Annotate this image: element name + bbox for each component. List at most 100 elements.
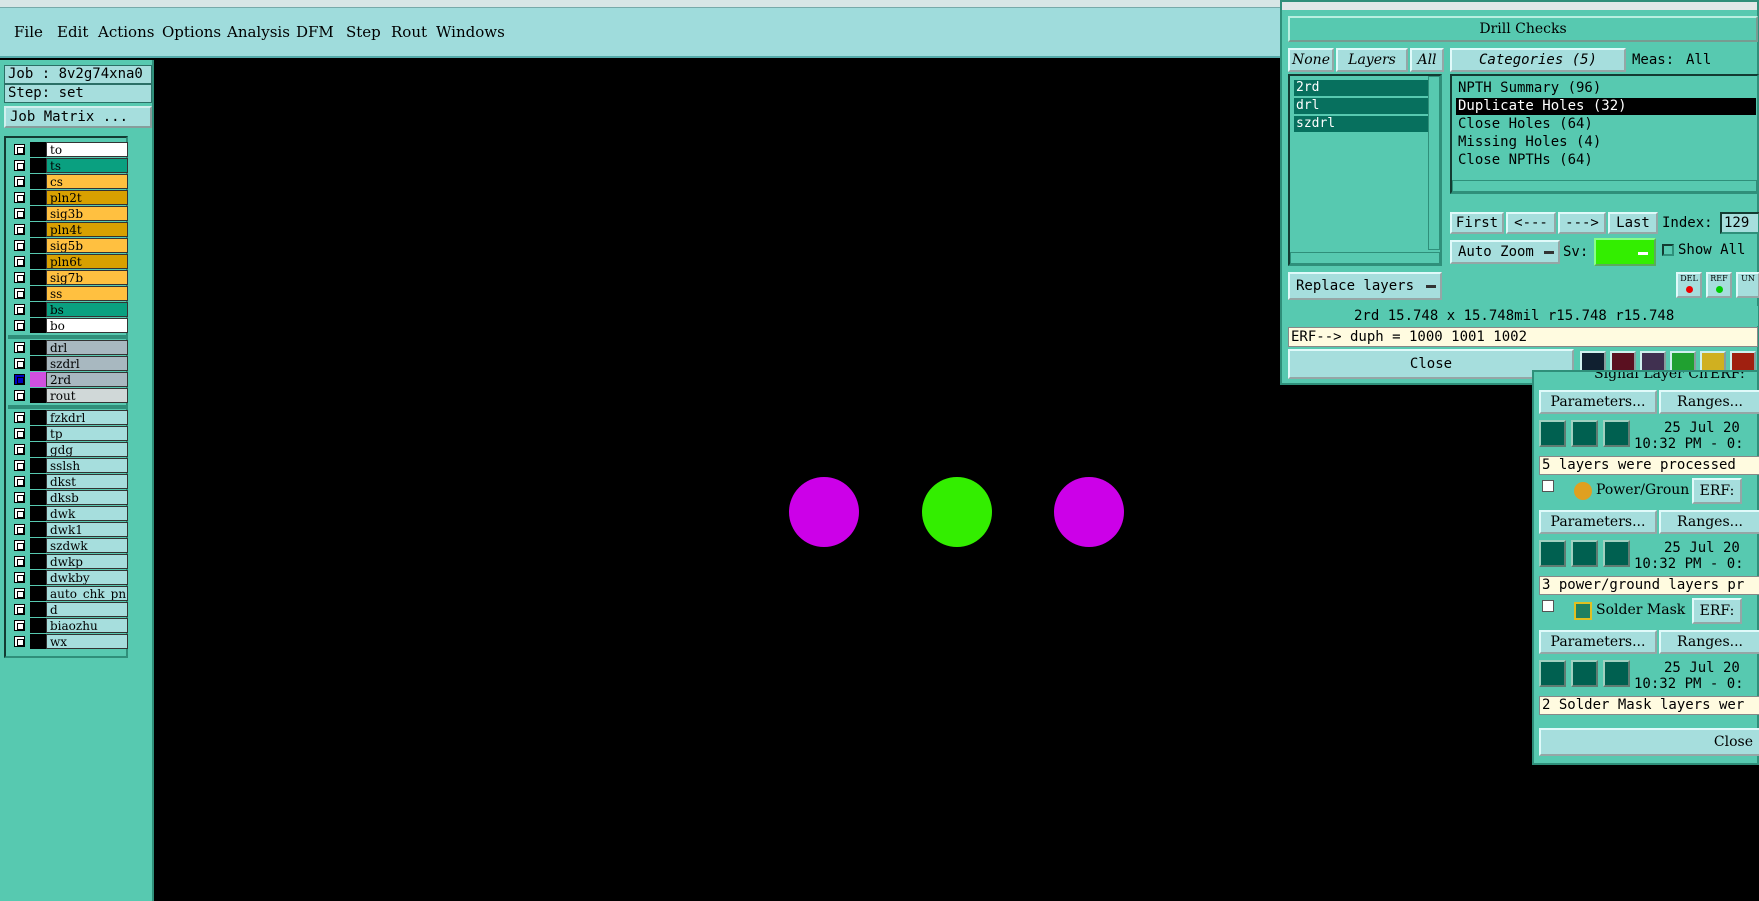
drill-pad-2-highlighted[interactable]	[922, 477, 992, 547]
replace-layers-dropdown[interactable]: Replace layers	[1288, 272, 1442, 300]
layer-checkbox[interactable]	[14, 428, 25, 439]
layer-row[interactable]: sig5b	[8, 238, 128, 253]
category-item[interactable]: Missing Holes (4)	[1456, 134, 1756, 151]
layer-name[interactable]: bs	[46, 302, 128, 317]
layer-affected-indicator[interactable]	[30, 522, 46, 537]
layer-name[interactable]: bo	[46, 318, 128, 333]
menu-dfm[interactable]: DFM	[296, 23, 334, 41]
layer-affected-indicator[interactable]	[30, 602, 46, 617]
next-button[interactable]: --->	[1558, 212, 1606, 234]
layer-row[interactable]: biaozhu	[8, 618, 128, 633]
layer-row[interactable]: ss	[8, 286, 128, 301]
layer-checkbox[interactable]	[14, 272, 25, 283]
layer-checkbox[interactable]	[14, 604, 25, 615]
ranges-button-3[interactable]: Ranges...	[1659, 630, 1759, 654]
index-field[interactable]: 129	[1720, 212, 1759, 234]
menu-file[interactable]: File	[14, 23, 43, 41]
category-item-selected[interactable]: Duplicate Holes (32)	[1456, 98, 1756, 115]
layer-row[interactable]: wx	[8, 634, 128, 649]
layer-row[interactable]: drl	[8, 340, 128, 355]
layer-name[interactable]: dwkby	[46, 570, 128, 585]
layer-affected-indicator[interactable]	[30, 458, 46, 473]
menu-analysis[interactable]: Analysis	[227, 23, 290, 41]
parameters-button-2[interactable]: Parameters...	[1539, 510, 1657, 534]
layer-affected-indicator[interactable]	[30, 570, 46, 585]
layer-row[interactable]: dkst	[8, 474, 128, 489]
layer-name[interactable]: sig5b	[46, 238, 128, 253]
layer-affected-indicator[interactable]	[30, 388, 46, 403]
rv-layer-item[interactable]: szdrl	[1294, 116, 1432, 132]
layer-row[interactable]: pln4t	[8, 222, 128, 237]
layer-name[interactable]: dwk	[46, 506, 128, 521]
layer-affected-indicator[interactable]	[30, 318, 46, 333]
layer-affected-indicator[interactable]	[30, 410, 46, 425]
run-icon[interactable]	[1603, 420, 1630, 447]
layer-checkbox[interactable]	[14, 588, 25, 599]
layer-checkbox[interactable]	[14, 412, 25, 423]
layer-checkbox[interactable]	[14, 160, 25, 171]
layer-affected-indicator[interactable]	[30, 426, 46, 441]
parameters-button-1[interactable]: Parameters...	[1539, 390, 1657, 414]
power-ground-check-name[interactable]: Power/Ground C	[1596, 482, 1690, 498]
layer-affected-indicator[interactable]	[30, 286, 46, 301]
sv-color-dropdown[interactable]	[1594, 238, 1656, 266]
layer-row[interactable]: dwkby	[8, 570, 128, 585]
layer-affected-indicator[interactable]	[30, 238, 46, 253]
layer-name[interactable]: pln6t	[46, 254, 128, 269]
layer-checkbox[interactable]	[14, 476, 25, 487]
menu-rout[interactable]: Rout	[391, 23, 427, 41]
meas-value[interactable]: All	[1686, 52, 1711, 68]
layer-name[interactable]: dwkp	[46, 554, 128, 569]
layer-row[interactable]: dwk1	[8, 522, 128, 537]
all-button[interactable]: All	[1410, 48, 1444, 72]
layer-name[interactable]: cs	[46, 174, 128, 189]
layer-name[interactable]: drl	[46, 340, 128, 355]
layer-checkbox[interactable]	[14, 240, 25, 251]
layer-affected-indicator[interactable]	[30, 174, 46, 189]
drill-pad-3[interactable]	[1054, 477, 1124, 547]
layer-affected-indicator[interactable]	[30, 302, 46, 317]
layer-name[interactable]: rout	[46, 388, 128, 403]
layer-row[interactable]: cs	[8, 174, 128, 189]
check-enabled-checkbox[interactable]	[1542, 480, 1554, 492]
run-icon[interactable]	[1571, 420, 1598, 447]
layer-row[interactable]: to	[8, 142, 128, 157]
job-matrix-button[interactable]: Job Matrix ...	[4, 106, 152, 128]
solder-mask-check-name[interactable]: Solder Mask Ch	[1596, 602, 1690, 618]
layer-row[interactable]: pln2t	[8, 190, 128, 205]
run-icon[interactable]	[1539, 660, 1566, 687]
layer-checkbox[interactable]	[14, 540, 25, 551]
layer-row[interactable]: dksb	[8, 490, 128, 505]
layer-row[interactable]: d	[8, 602, 128, 617]
checks-close-button[interactable]: Close	[1539, 728, 1759, 756]
layer-affected-indicator[interactable]	[30, 442, 46, 457]
layer-row[interactable]: szdrl	[8, 356, 128, 371]
categories-hscrollbar[interactable]	[1452, 180, 1757, 192]
layer-row[interactable]: 2rd	[8, 372, 128, 387]
layer-name[interactable]: sslsh	[46, 458, 128, 473]
layer-affected-indicator[interactable]	[30, 506, 46, 521]
layer-row[interactable]: auto_chk_pn	[8, 586, 128, 601]
run-icon[interactable]	[1539, 420, 1566, 447]
menu-edit[interactable]: Edit	[57, 23, 88, 41]
layer-name[interactable]: ts	[46, 158, 128, 173]
layer-checkbox[interactable]	[14, 304, 25, 315]
layer-name[interactable]: dksb	[46, 490, 128, 505]
layer-checkbox[interactable]	[14, 176, 25, 187]
layer-affected-indicator[interactable]	[30, 538, 46, 553]
prev-button[interactable]: <---	[1506, 212, 1556, 234]
layer-affected-indicator[interactable]	[30, 254, 46, 269]
check-enabled-checkbox[interactable]	[1542, 600, 1554, 612]
layer-row[interactable]: bs	[8, 302, 128, 317]
layer-name[interactable]: auto_chk_pn	[46, 586, 128, 601]
layer-checkbox[interactable]	[14, 256, 25, 267]
layer-name[interactable]: fzkdrl	[46, 410, 128, 425]
graphics-canvas[interactable]	[156, 60, 1290, 901]
layer-checkbox[interactable]	[14, 556, 25, 567]
layer-checkbox[interactable]	[14, 460, 25, 471]
layer-row[interactable]: sslsh	[8, 458, 128, 473]
layer-name[interactable]: pln4t	[46, 222, 128, 237]
layer-checkbox[interactable]	[14, 192, 25, 203]
ref-button[interactable]: REF	[1706, 272, 1732, 298]
layer-name[interactable]: pln2t	[46, 190, 128, 205]
